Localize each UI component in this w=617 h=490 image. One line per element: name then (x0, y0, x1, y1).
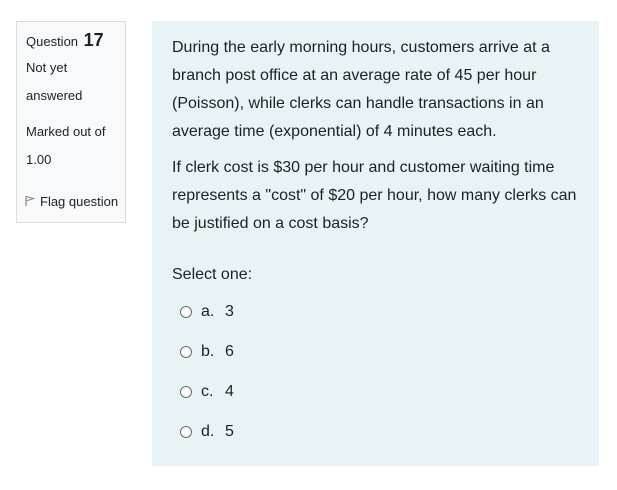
option-value-c: 4 (225, 383, 234, 400)
question-label: Question (26, 34, 79, 49)
answer-option-a[interactable]: a. 3 (172, 292, 579, 332)
flag-question-label: Flag question (40, 193, 119, 209)
grade-line-1: Marked out of (26, 124, 106, 139)
radio-button-c[interactable] (180, 386, 192, 398)
option-letter-a: a. (201, 303, 215, 320)
option-value-a: 3 (225, 303, 234, 320)
question-text: During the early morning hours, customer… (172, 34, 579, 238)
flag-question-button[interactable]: Flag question (25, 192, 118, 210)
radio-button-d[interactable] (180, 426, 192, 438)
question-content-panel: During the early morning hours, customer… (152, 21, 599, 466)
question-state: Not yet answered (26, 54, 116, 110)
state-line-1: Not yet (26, 60, 68, 75)
question-paragraph-1: During the early morning hours, customer… (172, 39, 550, 140)
answer-options: a. 3 b. 6 c. 4 d. 5 (172, 292, 579, 452)
option-value-b: 6 (225, 343, 234, 360)
radio-button-b[interactable] (180, 346, 192, 358)
select-one-prompt: Select one: (172, 266, 253, 283)
state-line-2: answered (26, 88, 83, 103)
option-letter-c: c. (201, 383, 214, 400)
option-letter-d: d. (201, 423, 215, 440)
flag-icon (25, 192, 40, 210)
option-value-d: 5 (225, 423, 234, 440)
radio-button-a[interactable] (180, 306, 192, 318)
question-number: 17 (83, 30, 104, 50)
answer-option-d[interactable]: d. 5 (172, 412, 579, 452)
grade-line-2: 1.00 (26, 152, 52, 167)
answer-option-b[interactable]: b. 6 (172, 332, 579, 372)
question-number-heading: Question 17 (26, 30, 116, 52)
answer-option-c[interactable]: c. 4 (172, 372, 579, 412)
question-grade: Marked out of 1.00 (26, 118, 116, 174)
option-letter-b: b. (201, 343, 215, 360)
question-info-panel: Question 17 Not yet answered Marked out … (16, 21, 126, 223)
question-paragraph-2: If clerk cost is $30 per hour and custom… (172, 159, 577, 232)
